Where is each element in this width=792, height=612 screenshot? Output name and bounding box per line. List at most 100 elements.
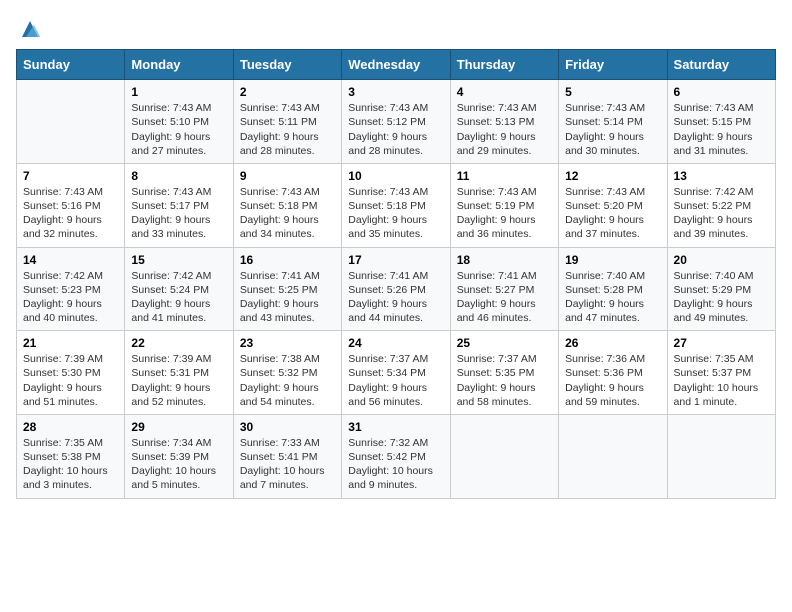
calendar-cell: 16 Sunrise: 7:41 AM Sunset: 5:25 PM Dayli… xyxy=(233,247,341,331)
day-info: Sunrise: 7:43 AM Sunset: 5:15 PM Dayligh… xyxy=(674,101,769,158)
day-info: Sunrise: 7:43 AM Sunset: 5:11 PM Dayligh… xyxy=(240,101,335,158)
calendar-cell: 17 Sunrise: 7:41 AM Sunset: 5:26 PM Dayli… xyxy=(342,247,450,331)
calendar-cell: 15Sunrise: 7:42 AM Sunset: 5:24 PM Dayli… xyxy=(125,247,233,331)
day-number: 30 xyxy=(240,420,335,434)
calendar-cell xyxy=(17,80,125,164)
calendar-cell: 4 Sunrise: 7:43 AM Sunset: 5:13 PM Daylig… xyxy=(450,80,558,164)
calendar-cell: 21 Sunrise: 7:39 AM Sunset: 5:30 PM Dayli… xyxy=(17,331,125,415)
logo-icon xyxy=(18,17,42,41)
day-number: 4 xyxy=(457,85,552,99)
day-number: 31 xyxy=(348,420,443,434)
calendar-cell: 13 Sunrise: 7:42 AM Sunset: 5:22 PM Dayli… xyxy=(667,163,775,247)
weekday-header: Friday xyxy=(559,50,667,80)
calendar-table: SundayMondayTuesdayWednesdayThursdayFrid… xyxy=(16,49,776,498)
weekday-header: Saturday xyxy=(667,50,775,80)
calendar-cell: 14Sunrise: 7:42 AM Sunset: 5:23 PM Dayli… xyxy=(17,247,125,331)
day-number: 9 xyxy=(240,169,335,183)
weekday-header: Thursday xyxy=(450,50,558,80)
calendar-cell: 23 Sunrise: 7:38 AM Sunset: 5:32 PM Dayli… xyxy=(233,331,341,415)
day-info: Sunrise: 7:43 AM Sunset: 5:18 PM Dayligh… xyxy=(240,185,335,242)
day-number: 20 xyxy=(674,253,769,267)
calendar-cell xyxy=(559,414,667,498)
calendar-cell: 3 Sunrise: 7:43 AM Sunset: 5:12 PM Daylig… xyxy=(342,80,450,164)
calendar-cell: 19 Sunrise: 7:40 AM Sunset: 5:28 PM Dayli… xyxy=(559,247,667,331)
day-info: Sunrise: 7:43 AM Sunset: 5:16 PM Dayligh… xyxy=(23,185,118,242)
day-info: Sunrise: 7:37 AM Sunset: 5:35 PM Dayligh… xyxy=(457,352,552,409)
day-info: Sunrise: 7:35 AM Sunset: 5:37 PM Dayligh… xyxy=(674,352,769,409)
day-number: 29 xyxy=(131,420,226,434)
day-number: 6 xyxy=(674,85,769,99)
day-info: Sunrise: 7:41 AM Sunset: 5:25 PM Dayligh… xyxy=(240,269,335,326)
weekday-header: Wednesday xyxy=(342,50,450,80)
day-number: 28 xyxy=(23,420,118,434)
day-number: 3 xyxy=(348,85,443,99)
day-info: Sunrise: 7:43 AM Sunset: 5:19 PM Dayligh… xyxy=(457,185,552,242)
calendar-cell: 20 Sunrise: 7:40 AM Sunset: 5:29 PM Dayli… xyxy=(667,247,775,331)
day-info: Sunrise: 7:43 AM Sunset: 5:20 PM Dayligh… xyxy=(565,185,660,242)
day-number: 11 xyxy=(457,169,552,183)
weekday-header: Sunday xyxy=(17,50,125,80)
day-info: Sunrise: 7:42 AM Sunset: 5:24 PM Dayligh… xyxy=(131,269,226,326)
calendar-cell: 18 Sunrise: 7:41 AM Sunset: 5:27 PM Dayli… xyxy=(450,247,558,331)
day-info: Sunrise: 7:35 AM Sunset: 5:38 PM Dayligh… xyxy=(23,436,118,493)
day-info: Sunrise: 7:43 AM Sunset: 5:13 PM Dayligh… xyxy=(457,101,552,158)
day-number: 23 xyxy=(240,336,335,350)
day-info: Sunrise: 7:38 AM Sunset: 5:32 PM Dayligh… xyxy=(240,352,335,409)
day-info: Sunrise: 7:41 AM Sunset: 5:27 PM Dayligh… xyxy=(457,269,552,326)
day-info: Sunrise: 7:34 AM Sunset: 5:39 PM Dayligh… xyxy=(131,436,226,493)
day-info: Sunrise: 7:37 AM Sunset: 5:34 PM Dayligh… xyxy=(348,352,443,409)
day-number: 1 xyxy=(131,85,226,99)
day-info: Sunrise: 7:43 AM Sunset: 5:12 PM Dayligh… xyxy=(348,101,443,158)
day-number: 7 xyxy=(23,169,118,183)
day-number: 13 xyxy=(674,169,769,183)
calendar-cell: 2 Sunrise: 7:43 AM Sunset: 5:11 PM Daylig… xyxy=(233,80,341,164)
day-number: 26 xyxy=(565,336,660,350)
day-info: Sunrise: 7:41 AM Sunset: 5:26 PM Dayligh… xyxy=(348,269,443,326)
calendar-cell: 24 Sunrise: 7:37 AM Sunset: 5:34 PM Dayli… xyxy=(342,331,450,415)
day-number: 22 xyxy=(131,336,226,350)
calendar-cell: 9 Sunrise: 7:43 AM Sunset: 5:18 PM Daylig… xyxy=(233,163,341,247)
day-info: Sunrise: 7:43 AM Sunset: 5:18 PM Dayligh… xyxy=(348,185,443,242)
day-number: 17 xyxy=(348,253,443,267)
day-info: Sunrise: 7:36 AM Sunset: 5:36 PM Dayligh… xyxy=(565,352,660,409)
day-number: 18 xyxy=(457,253,552,267)
day-number: 19 xyxy=(565,253,660,267)
day-info: Sunrise: 7:39 AM Sunset: 5:30 PM Dayligh… xyxy=(23,352,118,409)
day-number: 27 xyxy=(674,336,769,350)
day-info: Sunrise: 7:42 AM Sunset: 5:22 PM Dayligh… xyxy=(674,185,769,242)
calendar-cell: 5 Sunrise: 7:43 AM Sunset: 5:14 PM Daylig… xyxy=(559,80,667,164)
calendar-cell: 12 Sunrise: 7:43 AM Sunset: 5:20 PM Dayli… xyxy=(559,163,667,247)
page-header xyxy=(16,16,776,41)
day-info: Sunrise: 7:40 AM Sunset: 5:29 PM Dayligh… xyxy=(674,269,769,326)
calendar-cell: 29 Sunrise: 7:34 AM Sunset: 5:39 PM Dayli… xyxy=(125,414,233,498)
day-number: 8 xyxy=(131,169,226,183)
calendar-cell: 25 Sunrise: 7:37 AM Sunset: 5:35 PM Dayli… xyxy=(450,331,558,415)
calendar-cell xyxy=(667,414,775,498)
calendar-cell: 28 Sunrise: 7:35 AM Sunset: 5:38 PM Dayli… xyxy=(17,414,125,498)
calendar-cell: 1 Sunrise: 7:43 AM Sunset: 5:10 PM Daylig… xyxy=(125,80,233,164)
day-info: Sunrise: 7:33 AM Sunset: 5:41 PM Dayligh… xyxy=(240,436,335,493)
day-info: Sunrise: 7:43 AM Sunset: 5:17 PM Dayligh… xyxy=(131,185,226,242)
calendar-cell xyxy=(450,414,558,498)
calendar-cell: 7 Sunrise: 7:43 AM Sunset: 5:16 PM Daylig… xyxy=(17,163,125,247)
calendar-cell: 11 Sunrise: 7:43 AM Sunset: 5:19 PM Dayli… xyxy=(450,163,558,247)
day-number: 21 xyxy=(23,336,118,350)
calendar-cell: 31 Sunrise: 7:32 AM Sunset: 5:42 PM Dayli… xyxy=(342,414,450,498)
calendar-cell: 30 Sunrise: 7:33 AM Sunset: 5:41 PM Dayli… xyxy=(233,414,341,498)
day-info: Sunrise: 7:32 AM Sunset: 5:42 PM Dayligh… xyxy=(348,436,443,493)
weekday-header: Tuesday xyxy=(233,50,341,80)
day-info: Sunrise: 7:43 AM Sunset: 5:10 PM Dayligh… xyxy=(131,101,226,158)
day-number: 2 xyxy=(240,85,335,99)
day-number: 14 xyxy=(23,253,118,267)
day-number: 5 xyxy=(565,85,660,99)
day-number: 12 xyxy=(565,169,660,183)
day-number: 16 xyxy=(240,253,335,267)
day-number: 24 xyxy=(348,336,443,350)
calendar-cell: 27 Sunrise: 7:35 AM Sunset: 5:37 PM Dayli… xyxy=(667,331,775,415)
day-info: Sunrise: 7:43 AM Sunset: 5:14 PM Dayligh… xyxy=(565,101,660,158)
day-number: 25 xyxy=(457,336,552,350)
weekday-header: Monday xyxy=(125,50,233,80)
day-info: Sunrise: 7:40 AM Sunset: 5:28 PM Dayligh… xyxy=(565,269,660,326)
calendar-cell: 26 Sunrise: 7:36 AM Sunset: 5:36 PM Dayli… xyxy=(559,331,667,415)
calendar-cell: 10Sunrise: 7:43 AM Sunset: 5:18 PM Dayli… xyxy=(342,163,450,247)
